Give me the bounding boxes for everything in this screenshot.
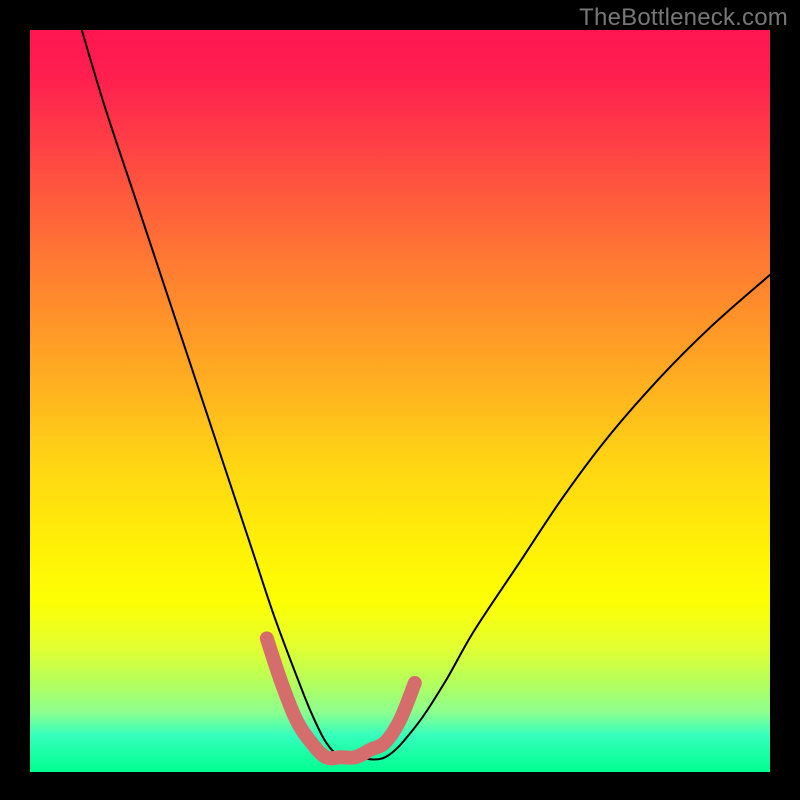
chart-plot-area (30, 30, 770, 772)
bottleneck-curve (82, 30, 770, 760)
chart-svg (30, 30, 770, 772)
watermark-text: TheBottleneck.com (579, 4, 788, 32)
